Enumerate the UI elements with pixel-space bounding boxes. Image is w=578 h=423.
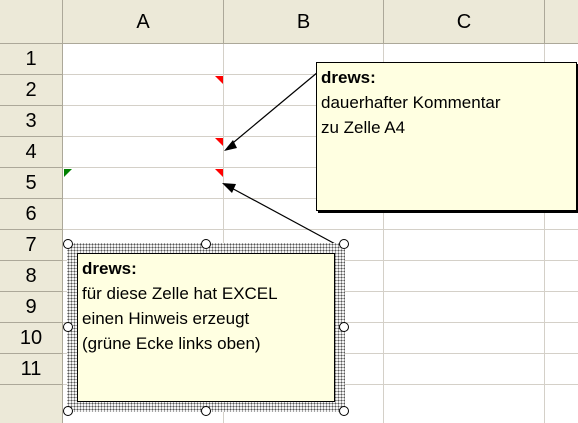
resize-handle-right[interactable]: [339, 322, 349, 332]
resize-handle-left[interactable]: [63, 322, 73, 332]
note-line: für diese Zelle hat EXCEL: [82, 284, 278, 303]
resize-handle-bottom-right[interactable]: [339, 406, 349, 416]
comment-note-a5[interactable]: drews: für diese Zelle hat EXCEL einen H…: [77, 253, 335, 402]
spreadsheet: A B C 1 2 3 4 5 6 7 8 9 10 11 drews: dau…: [0, 0, 578, 423]
note-line: dauerhafter Kommentar: [321, 93, 501, 112]
note-author: drews:: [82, 259, 137, 278]
resize-handle-top[interactable]: [201, 239, 211, 249]
arrowhead-icon: [222, 183, 236, 193]
note-line: (grüne Ecke links oben): [82, 334, 261, 353]
note-author: drews:: [321, 68, 376, 87]
comment-note-a4[interactable]: drews: dauerhafter Kommentar zu Zelle A4: [316, 62, 577, 211]
resize-handle-bottom[interactable]: [201, 406, 211, 416]
resize-handle-top-right[interactable]: [339, 239, 349, 249]
note-line: einen Hinweis erzeugt: [82, 309, 250, 328]
resize-handle-top-left[interactable]: [63, 239, 73, 249]
note-line: zu Zelle A4: [321, 118, 406, 137]
resize-handle-bottom-left[interactable]: [63, 406, 73, 416]
arrow-line-a4: [227, 71, 319, 148]
